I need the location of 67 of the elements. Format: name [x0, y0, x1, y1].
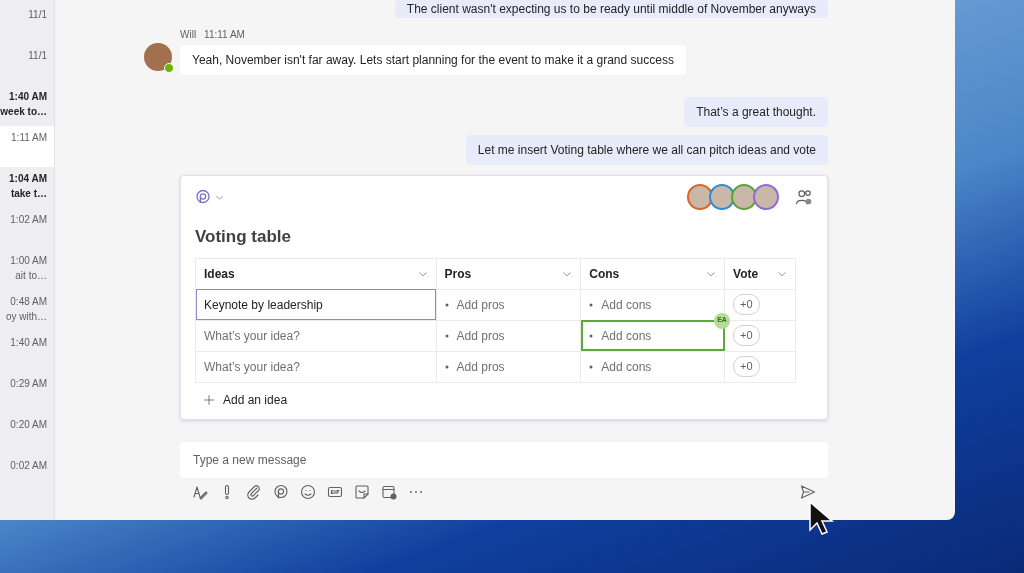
send-icon[interactable] — [800, 483, 816, 500]
chat-list-item[interactable]: 0:20 AM — [0, 413, 54, 454]
column-header[interactable]: Pros — [436, 258, 581, 289]
column-header[interactable]: Vote — [724, 258, 796, 289]
chat-time: 11/1 — [28, 49, 47, 63]
vote-button[interactable]: +0 — [733, 325, 760, 346]
chat-list-item[interactable]: 1:02 AM — [0, 208, 54, 249]
bullet-icon — [589, 302, 594, 307]
chat-time: 0:02 AM — [10, 459, 47, 473]
column-label: Cons — [589, 265, 620, 283]
loop-icon[interactable] — [195, 189, 211, 205]
message-bubble: That’s a great thought. — [684, 97, 828, 127]
chat-list-item[interactable]: 1:40 AM week to… — [0, 85, 54, 126]
chat-list-item[interactable]: 1:40 AM — [0, 331, 54, 372]
bullet-icon — [444, 333, 449, 338]
chat-time: 1:04 AM — [9, 172, 47, 186]
sender-name: Will — [180, 28, 197, 42]
people-icon[interactable] — [795, 188, 813, 206]
chat-list-item[interactable]: 0:02 AM — [0, 454, 54, 495]
chat-list-item[interactable]: 0:29 AM — [0, 372, 54, 413]
idea-cell[interactable]: Keynote by leadership — [195, 289, 437, 320]
paperclip-icon[interactable] — [246, 483, 262, 500]
loop-icon[interactable] — [273, 483, 289, 500]
chat-list-item[interactable]: 1:00 AM ait to… — [0, 249, 54, 290]
loop-title: Voting table — [195, 226, 292, 248]
chat-preview: week to… — [0, 105, 47, 119]
column-label: Ideas — [204, 265, 235, 283]
message-bubble: The client wasn't expecting us to be ready until middle of November anyways — [394, 0, 828, 18]
chat-time: 1:11 AM — [11, 131, 47, 145]
column-label: Vote — [733, 265, 759, 283]
bullet-icon — [444, 364, 449, 369]
chat-time: 0:48 AM — [10, 295, 47, 309]
message-input[interactable]: Type a new message — [180, 441, 828, 478]
chat-preview: ait to… — [15, 269, 47, 283]
chat-time: 0:20 AM — [10, 418, 47, 432]
chat-time: 1:40 AM — [9, 90, 47, 104]
avatar — [144, 43, 172, 71]
chat-preview: take t… — [10, 187, 47, 201]
vote-button[interactable]: +0 — [733, 294, 760, 315]
chat-time: 1:40 AM — [10, 336, 47, 350]
calendar-icon[interactable] — [381, 483, 397, 500]
chat-list-item[interactable]: 11/1 — [0, 44, 54, 85]
message-time: 11:11 AM — [204, 28, 245, 42]
chat-preview: oy with… — [5, 310, 47, 324]
chat-list-item[interactable]: 0:48 AM oy with… — [0, 290, 54, 331]
message-bubble: Yeah, November isn't far away. Lets start planning for the event to make it a grand success — [180, 45, 686, 75]
bullet-icon — [444, 302, 449, 307]
sticker-icon[interactable] — [354, 483, 370, 500]
bullet-icon — [589, 333, 594, 338]
chat-time: 1:00 AM — [10, 254, 47, 268]
column-header[interactable]: Ideas — [195, 258, 437, 289]
chat-time: 0:29 AM — [10, 377, 47, 391]
message-bubble: Let me insert Voting table where we all can pitch ideas and vote — [465, 135, 828, 165]
chat-list-item[interactable]: 1:11 AM — [0, 126, 54, 167]
chat-time: 11/1 — [28, 8, 47, 22]
plus-icon[interactable] — [203, 393, 215, 406]
idea-cell[interactable]: What’s your idea? — [195, 351, 437, 382]
chat-list-item[interactable]: 11/1 — [0, 3, 54, 44]
chat-time: 1:02 AM — [10, 213, 47, 227]
add-idea-link[interactable]: Add an idea — [223, 390, 288, 409]
idea-cell[interactable]: What’s your idea? — [195, 320, 437, 351]
vote-button[interactable]: +0 — [733, 356, 760, 377]
emoji-icon[interactable] — [300, 483, 316, 500]
column-label: Pros — [444, 265, 472, 283]
column-header[interactable]: Cons — [580, 258, 725, 289]
chat-list-item[interactable]: 1:04 AM take t… — [0, 167, 54, 208]
bullet-icon — [589, 364, 594, 369]
